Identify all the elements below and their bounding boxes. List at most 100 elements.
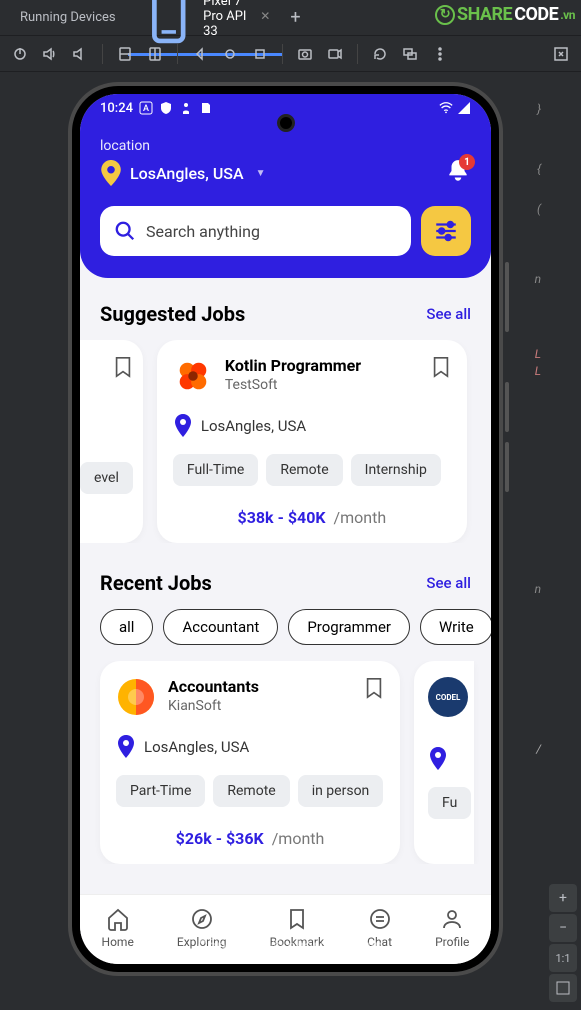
- filter-button[interactable]: [421, 206, 471, 256]
- more-icon[interactable]: [432, 46, 448, 62]
- status-dot-icon: [179, 101, 193, 115]
- chip-programmer[interactable]: Programmer: [288, 609, 410, 645]
- add-tab-icon[interactable]: +: [282, 7, 308, 28]
- status-icon1: A: [139, 101, 153, 115]
- suggested-see-all[interactable]: See all: [426, 305, 471, 323]
- sd-icon: [199, 101, 213, 115]
- ide-toolbar: [0, 36, 581, 72]
- app-header: location LosAngles, USA ▼ 1 Search anyth…: [80, 122, 491, 278]
- settings-extra-icon[interactable]: [402, 46, 418, 62]
- nav-bookmark[interactable]: Bookmark: [270, 907, 324, 949]
- device-icon: [140, 0, 198, 45]
- nav-home[interactable]: Home: [102, 907, 134, 949]
- job-tag: Fu: [428, 787, 471, 819]
- suggested-job-card[interactable]: Kotlin Programmer TestSoft LosAngles, US…: [157, 340, 467, 543]
- wifi-icon: [439, 101, 453, 115]
- volume-down-icon[interactable]: [72, 46, 88, 62]
- location-selector[interactable]: LosAngles, USA ▼: [100, 160, 266, 186]
- reload-icon[interactable]: [372, 46, 388, 62]
- pin-icon: [173, 414, 193, 438]
- record-icon[interactable]: [327, 46, 343, 62]
- expand-icon[interactable]: [553, 46, 569, 62]
- suggested-scroll[interactable]: evel Kotlin Programmer TestSoft: [80, 340, 491, 543]
- job-location: LosAngles, USA: [144, 738, 249, 756]
- bookmark-icon: [285, 907, 309, 931]
- recent-scroll[interactable]: Accountants KianSoft LosAngles, USA Part…: [80, 661, 491, 864]
- job-salary: $38k - $40K: [238, 508, 326, 527]
- job-company: TestSoft: [225, 377, 361, 393]
- camera-icon[interactable]: [297, 46, 313, 62]
- job-period: /month: [272, 829, 325, 848]
- shield-icon: [159, 101, 173, 115]
- job-tag: Internship: [351, 454, 441, 486]
- job-tag: Remote: [266, 454, 342, 486]
- rotate-right-icon[interactable]: [147, 46, 163, 62]
- svg-text:A: A: [143, 104, 149, 114]
- search-placeholder: Search anything: [146, 222, 260, 241]
- device-frame: 10:24 A location LosAngles, USA ▼: [68, 82, 503, 976]
- home-icon: [106, 907, 130, 931]
- power-icon[interactable]: [12, 46, 28, 62]
- job-title: Accountants: [168, 677, 259, 696]
- location-value: LosAngles, USA: [130, 164, 244, 183]
- job-tag: in person: [298, 775, 384, 807]
- pin-icon: [428, 747, 448, 771]
- search-input[interactable]: Search anything: [100, 206, 411, 256]
- notification-badge: 1: [459, 154, 475, 170]
- job-card-partial-left[interactable]: evel: [80, 340, 143, 543]
- job-location: LosAngles, USA: [201, 417, 306, 435]
- bookmark-button[interactable]: [113, 356, 133, 382]
- chip-all[interactable]: all: [100, 609, 153, 645]
- recent-title: Recent Jobs: [100, 571, 212, 595]
- chevron-down-icon: ▼: [256, 168, 266, 179]
- chip-accountant[interactable]: Accountant: [163, 609, 278, 645]
- job-period: /month: [334, 508, 387, 527]
- rotate-left-icon[interactable]: [117, 46, 133, 62]
- zoom-controls: + − 1:1: [549, 884, 577, 1002]
- suggested-title: Suggested Jobs: [100, 302, 245, 326]
- zoom-out-button[interactable]: −: [549, 914, 577, 942]
- pin-icon: [116, 735, 136, 759]
- volume-up-icon[interactable]: [42, 46, 58, 62]
- profile-icon: [440, 907, 464, 931]
- job-title: Kotlin Programmer: [225, 356, 361, 375]
- content-area: Suggested Jobs See all evel Kotlin Progr…: [80, 278, 491, 868]
- job-card-partial-right[interactable]: CODEL Fu: [414, 661, 474, 864]
- recent-job-card[interactable]: Accountants KianSoft LosAngles, USA Part…: [100, 661, 400, 864]
- close-icon[interactable]: ✕: [260, 9, 270, 23]
- overview-icon[interactable]: [252, 46, 268, 62]
- status-time: 10:24: [100, 101, 133, 116]
- job-tag: Part-Time: [116, 775, 205, 807]
- company-logo: CODEL: [428, 677, 468, 717]
- nav-chat[interactable]: Chat: [367, 907, 392, 949]
- nav-profile[interactable]: Profile: [435, 907, 469, 949]
- zoom-ratio[interactable]: 1:1: [549, 944, 577, 972]
- company-logo: [173, 356, 213, 396]
- job-salary: $26k - $36K: [176, 829, 264, 848]
- filter-icon: [433, 218, 459, 244]
- nav-exploring[interactable]: Exploring: [177, 907, 227, 949]
- job-tag: Full-Time: [173, 454, 258, 486]
- signal-icon: [457, 101, 471, 115]
- filter-chips: all Accountant Programmer Write: [80, 609, 491, 661]
- location-label: location: [100, 138, 471, 154]
- editor-gutter: } { ( n L L n /: [521, 72, 581, 1010]
- watermark-logo: ↻ SHARECODE.vn: [435, 4, 575, 25]
- chat-icon: [368, 907, 392, 931]
- zoom-fit-button[interactable]: [549, 974, 577, 1002]
- company-logo: [116, 677, 156, 717]
- compass-icon: [190, 907, 214, 931]
- bookmark-button[interactable]: [431, 356, 451, 382]
- zoom-in-button[interactable]: +: [549, 884, 577, 912]
- job-company: KianSoft: [168, 698, 259, 714]
- chip-write[interactable]: Write: [420, 609, 491, 645]
- search-icon: [114, 220, 136, 242]
- bookmark-button[interactable]: [364, 677, 384, 703]
- notifications-button[interactable]: 1: [445, 158, 471, 188]
- camera-cutout: [277, 114, 295, 132]
- tab-running-devices[interactable]: Running Devices: [8, 2, 128, 33]
- back-icon[interactable]: [192, 46, 208, 62]
- pin-icon: [100, 160, 122, 186]
- recent-see-all[interactable]: See all: [426, 574, 471, 592]
- home-icon[interactable]: [222, 46, 238, 62]
